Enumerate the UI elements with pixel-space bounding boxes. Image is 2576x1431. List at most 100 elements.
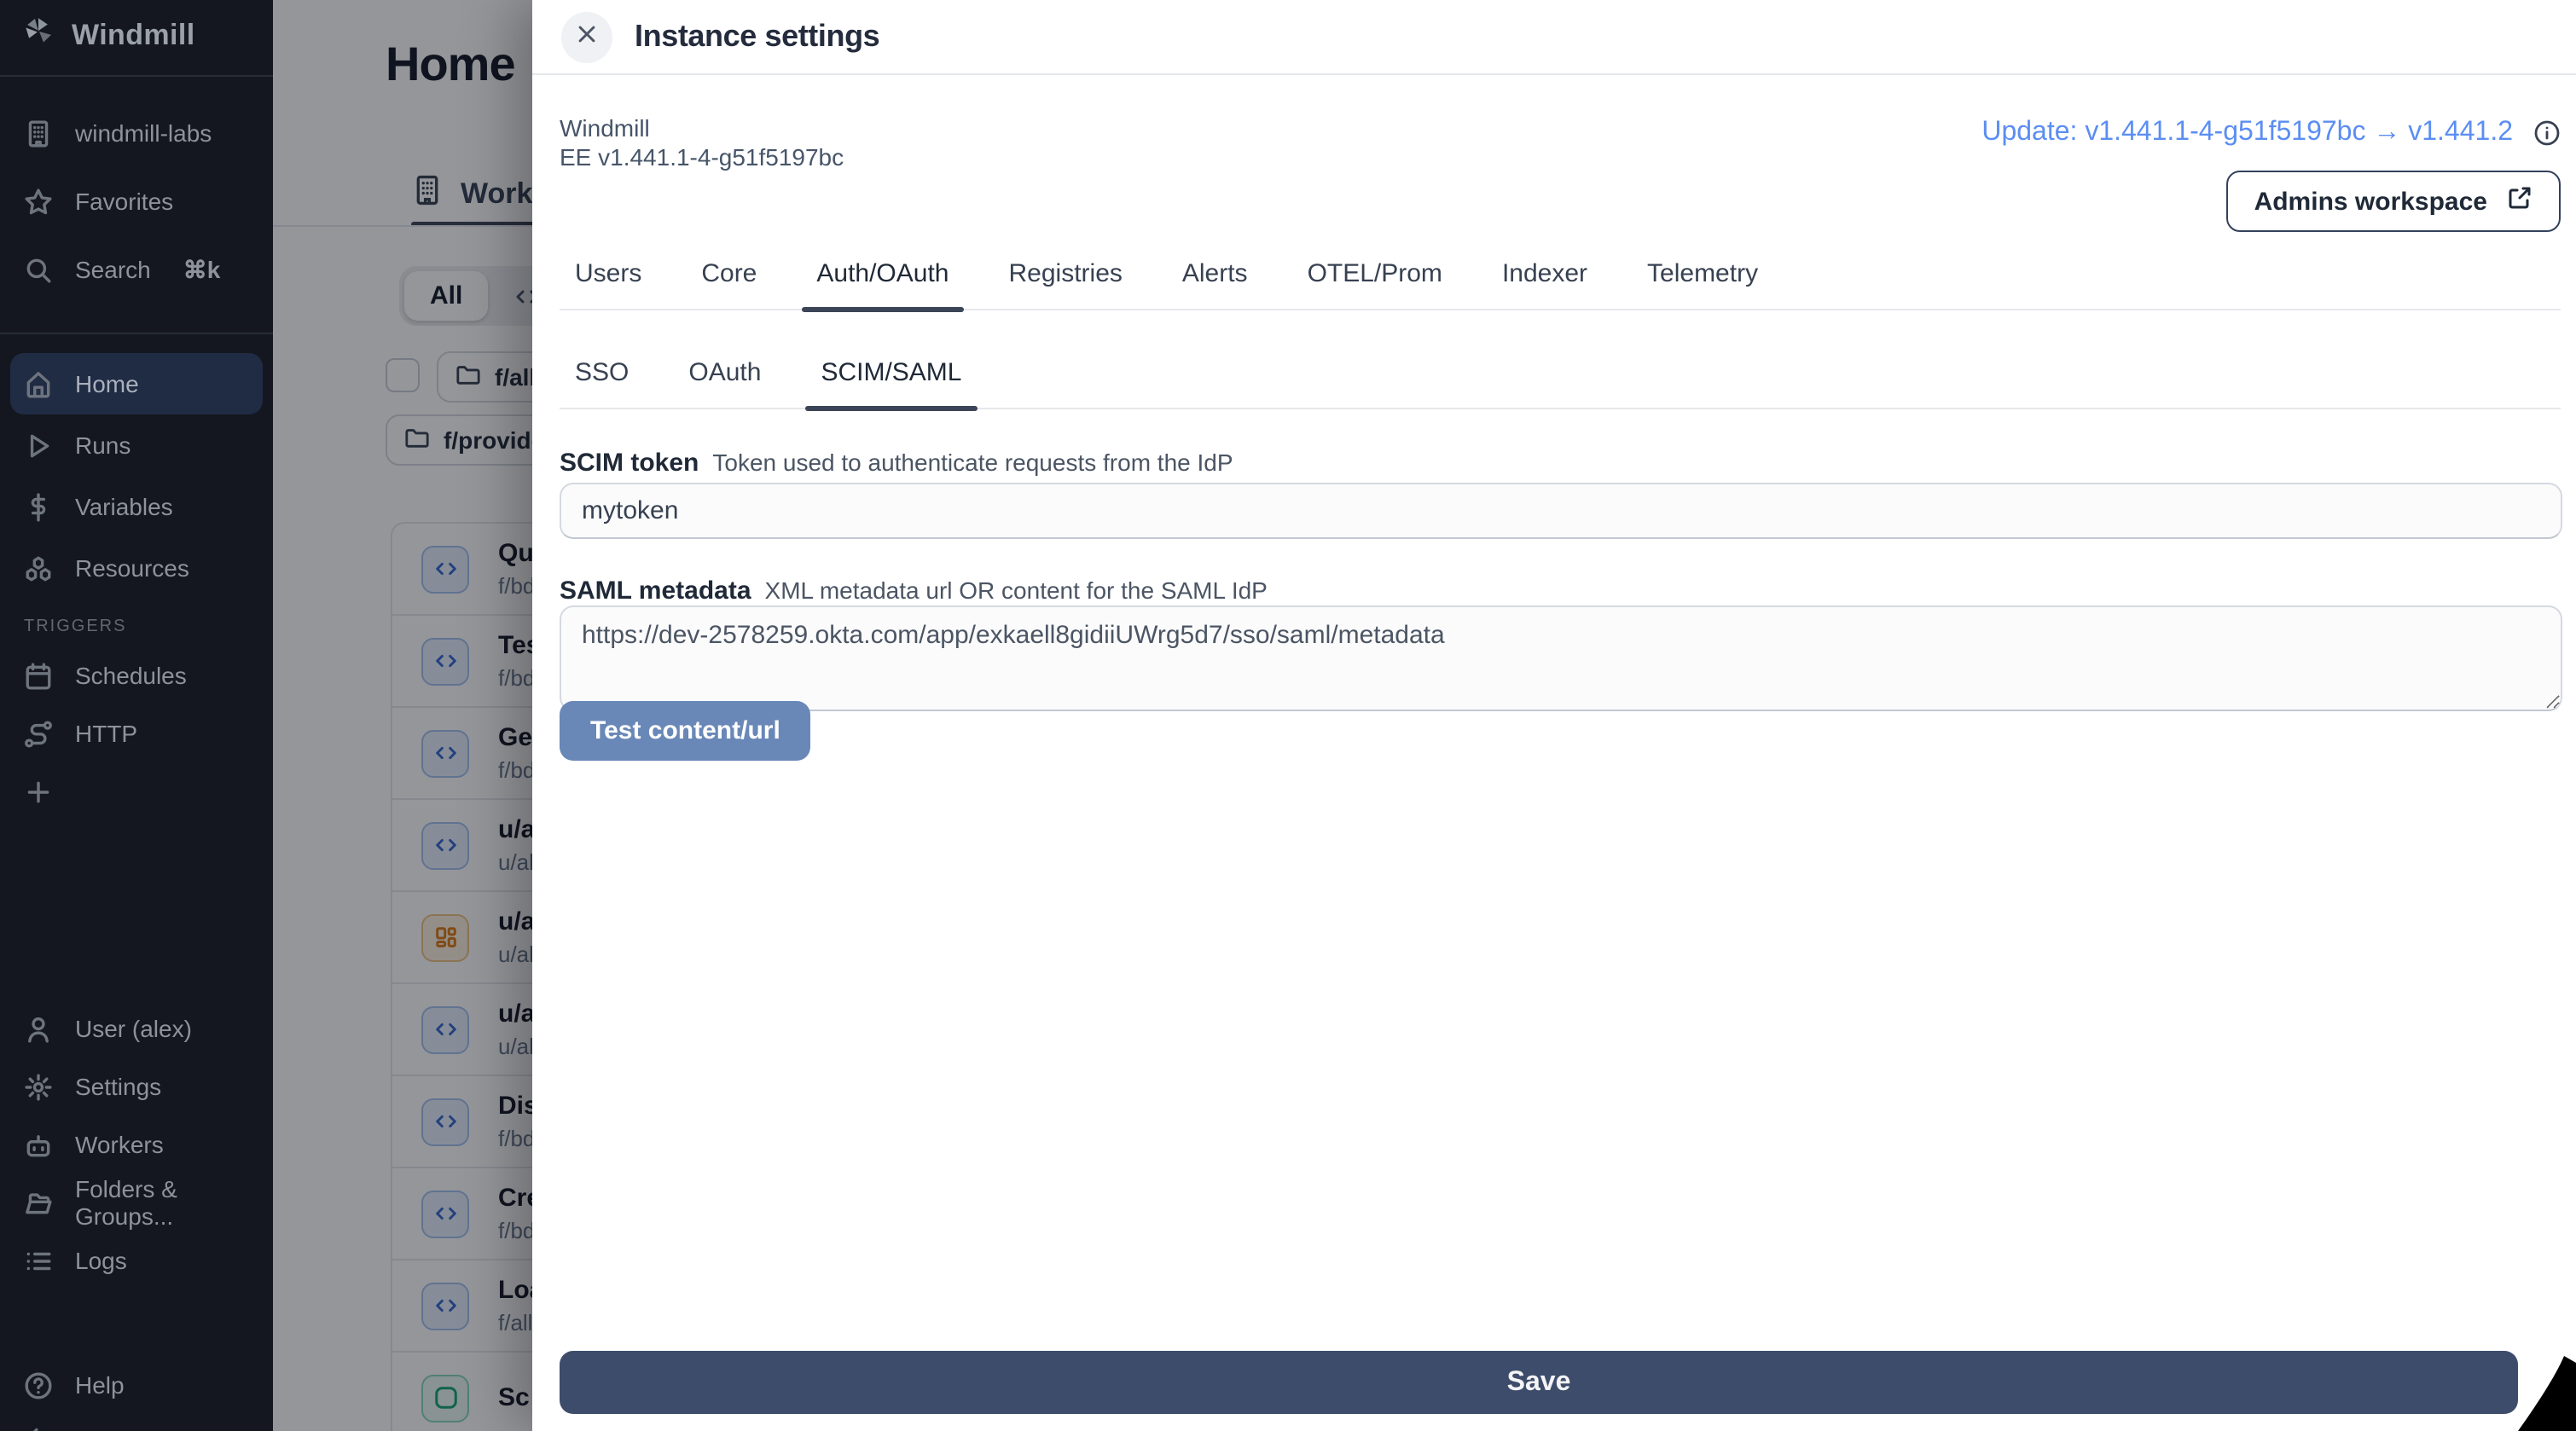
help-circle-icon bbox=[24, 1370, 53, 1399]
tab-users[interactable]: Users bbox=[560, 259, 657, 310]
building-icon bbox=[24, 119, 53, 148]
drawer-body: Windmill EE v1.441.1-4-g51f5197bc Update… bbox=[532, 77, 2576, 1431]
sidebar-item-label: Logs bbox=[75, 1247, 127, 1274]
sidebar-item-http[interactable]: HTTP bbox=[0, 704, 273, 762]
sidebar: Windmill windmill-labsFavoritesSearch⌘k … bbox=[0, 0, 273, 1431]
modal-backdrop[interactable] bbox=[273, 0, 532, 1431]
sidebar-item-label: windmill-labs bbox=[75, 119, 212, 147]
sidebar-nav-list: Home Runs Variables Resources bbox=[0, 353, 273, 599]
play-icon bbox=[24, 431, 53, 460]
tab-registries[interactable]: Registries bbox=[994, 259, 1138, 310]
saml-metadata-label: SAML metadata bbox=[560, 576, 751, 605]
info-icon[interactable] bbox=[2533, 119, 2561, 147]
gear-icon bbox=[24, 1072, 53, 1101]
external-link-icon bbox=[2506, 184, 2533, 218]
sidebar-item-label: Help bbox=[75, 1371, 125, 1399]
close-icon bbox=[575, 22, 599, 51]
sidebar-item-label: Variables bbox=[75, 493, 173, 520]
shortcut-kbd: ⌘k bbox=[183, 255, 221, 284]
sidebar-item-user-alex[interactable]: User (alex) bbox=[0, 999, 273, 1057]
dollar-icon bbox=[24, 492, 53, 521]
update-link[interactable]: Update: v1.441.1-4-g51f5197bc → v1.441.2 bbox=[1981, 118, 2513, 148]
sidebar-item-schedules[interactable]: Schedules bbox=[0, 646, 273, 704]
tab-telemetry[interactable]: Telemetry bbox=[1632, 259, 1773, 310]
sidebar-divider bbox=[0, 333, 273, 334]
route-icon bbox=[24, 719, 53, 748]
sidebar-item-label: HTTP bbox=[75, 720, 137, 747]
sidebar-help-list: Help bbox=[0, 1356, 273, 1431]
sidebar-bottom-list: User (alex) Settings Workers Folders & Grou… bbox=[0, 999, 273, 1289]
arrow-left-icon bbox=[24, 1422, 53, 1431]
mouse-cursor bbox=[2518, 1356, 2576, 1431]
tab-core[interactable]: Core bbox=[686, 259, 772, 310]
search-icon bbox=[24, 255, 53, 284]
tab-indexer[interactable]: Indexer bbox=[1487, 259, 1603, 310]
scim-token-input[interactable] bbox=[560, 483, 2562, 539]
sidebar-item-windmill-labs[interactable]: windmill-labs bbox=[0, 99, 273, 167]
sidebar-item-label: Favorites bbox=[75, 188, 173, 215]
bot-icon bbox=[24, 1130, 53, 1159]
sidebar-item-label: Resources bbox=[75, 554, 189, 582]
cubes-icon bbox=[24, 553, 53, 582]
home-icon bbox=[24, 369, 53, 398]
sidebar-item-variables[interactable]: Variables bbox=[0, 476, 273, 537]
close-button[interactable] bbox=[561, 11, 612, 62]
windmill-logo-icon bbox=[20, 14, 56, 58]
app-title: Windmill bbox=[72, 19, 195, 53]
sidebar-item-label: Folders & Groups... bbox=[75, 1175, 249, 1230]
app-name: Windmill bbox=[560, 114, 844, 143]
sidebar-item-search[interactable]: Search ⌘k bbox=[0, 235, 273, 304]
drawer-title: Instance settings bbox=[635, 19, 879, 55]
folder-icon bbox=[24, 1188, 53, 1217]
sidebar-collapse-button[interactable] bbox=[0, 1414, 273, 1431]
scim-token-field-label: SCIM token Token used to authenticate re… bbox=[560, 449, 1233, 478]
scim-token-help: Token used to authenticate requests from… bbox=[712, 449, 1233, 476]
auth-subtabs: SSO OAuth SCIM/SAML bbox=[560, 358, 2561, 409]
tab-auth-oauth[interactable]: Auth/OAuth bbox=[801, 259, 964, 310]
saml-metadata-textarea[interactable]: https://dev-2578259.okta.com/app/exkaell… bbox=[560, 605, 2562, 711]
user-icon bbox=[24, 1014, 53, 1043]
admins-workspace-label: Admins workspace bbox=[2254, 187, 2487, 216]
sidebar-item-label: Search bbox=[75, 256, 151, 283]
sidebar-item-workers[interactable]: Workers bbox=[0, 1115, 273, 1173]
sidebar-item-logs[interactable]: Logs bbox=[0, 1231, 273, 1289]
sidebar-item-runs[interactable]: Runs bbox=[0, 414, 273, 476]
sidebar-item-label: Schedules bbox=[75, 662, 187, 689]
saml-metadata-help: XML metadata url OR content for the SAML… bbox=[765, 576, 1268, 604]
tab-scim-saml[interactable]: SCIM/SAML bbox=[805, 358, 977, 409]
test-content-url-button[interactable]: Test content/url bbox=[560, 701, 811, 761]
sidebar-item-favorites[interactable]: Favorites bbox=[0, 167, 273, 235]
sidebar-item-label: Home bbox=[75, 370, 139, 397]
admins-workspace-button[interactable]: Admins workspace bbox=[2227, 171, 2561, 232]
tab-otel-prom[interactable]: OTEL/Prom bbox=[1292, 259, 1458, 310]
settings-tabs: Users Core Auth/OAuth Registries Alerts OTEL/… bbox=[560, 259, 2561, 310]
sidebar-item-label: Settings bbox=[75, 1073, 161, 1100]
tab-sso[interactable]: SSO bbox=[560, 358, 644, 409]
sidebar-divider bbox=[0, 75, 273, 77]
sidebar-item-help[interactable]: Help bbox=[0, 1356, 273, 1414]
instance-settings-drawer: Instance settings Windmill EE v1.441.1-4… bbox=[532, 0, 2576, 1431]
version-string: EE v1.441.1-4-g51f5197bc bbox=[560, 143, 844, 172]
saml-metadata-field-label: SAML metadata XML metadata url OR conten… bbox=[560, 576, 1268, 605]
save-button[interactable]: Save bbox=[560, 1351, 2518, 1414]
tab-oauth[interactable]: OAuth bbox=[673, 358, 776, 409]
star-icon bbox=[24, 187, 53, 216]
sidebar-item-home[interactable]: Home bbox=[10, 353, 263, 414]
sidebar-item-plus[interactable] bbox=[0, 762, 273, 820]
plus-icon bbox=[24, 777, 53, 806]
drawer-header: Instance settings bbox=[532, 0, 2576, 75]
calendar-icon bbox=[24, 661, 53, 690]
sidebar-item-folders-groups[interactable]: Folders & Groups... bbox=[0, 1173, 273, 1231]
version-info: Windmill EE v1.441.1-4-g51f5197bc bbox=[560, 114, 844, 172]
logs-icon bbox=[24, 1246, 53, 1275]
triggers-section-label: TRIGGERS bbox=[24, 617, 126, 636]
sidebar-item-label: Workers bbox=[75, 1131, 164, 1158]
sidebar-item-label: User (alex) bbox=[75, 1015, 192, 1042]
scim-token-label: SCIM token bbox=[560, 449, 699, 478]
sidebar-item-resources[interactable]: Resources bbox=[0, 537, 273, 599]
tab-alerts[interactable]: Alerts bbox=[1167, 259, 1263, 310]
sidebar-top-list: windmill-labs Favorites Search ⌘k bbox=[0, 99, 273, 304]
app-screen: Windmill windmill-labsFavoritesSearch⌘k … bbox=[0, 0, 2576, 1431]
sidebar-item-settings[interactable]: Settings bbox=[0, 1057, 273, 1115]
app-logo[interactable]: Windmill bbox=[20, 14, 195, 58]
